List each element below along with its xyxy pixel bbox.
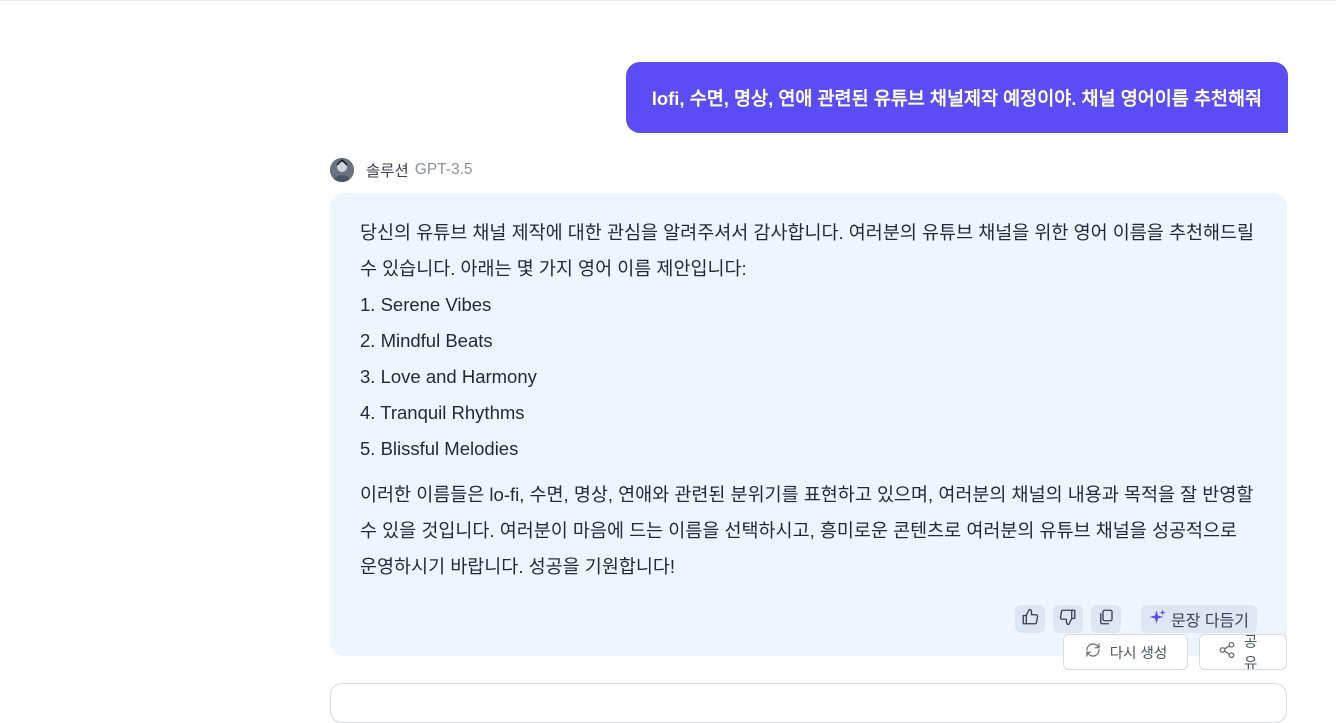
answer-outro: 이러한 이름들은 lo-fi, 수면, 명상, 연애와 관련된 분위기를 표현하… [360, 477, 1257, 585]
card-actions: 문장 다듬기 [1015, 605, 1257, 633]
share-label: 공유 [1244, 631, 1268, 673]
copy-icon [1097, 608, 1115, 631]
regenerate-label: 다시 생성 [1110, 642, 1167, 663]
answer-intro: 당신의 유튜브 채널 제작에 대한 관심을 알려주셔서 감사합니다. 여러분의 … [360, 215, 1257, 287]
top-divider [0, 0, 1336, 1]
share-button[interactable]: 공유 [1199, 634, 1287, 670]
user-message-bubble: lofi, 수면, 명상, 연애 관련된 유튜브 채널제작 예정이야. 채널 영… [626, 62, 1288, 133]
bot-header: 솔루션 GPT-3.5 [330, 157, 473, 183]
dislike-button[interactable] [1053, 605, 1083, 633]
share-icon [1218, 641, 1236, 663]
list-item: 4. Tranquil Rhythms [360, 395, 1257, 431]
thumbs-down-icon [1059, 608, 1077, 631]
copy-button[interactable] [1091, 605, 1121, 633]
list-item: 2. Mindful Beats [360, 323, 1257, 359]
sparkle-icon [1149, 608, 1167, 631]
list-item: 3. Love and Harmony [360, 359, 1257, 395]
answer-list: 1. Serene Vibes 2. Mindful Beats 3. Love… [360, 287, 1257, 467]
thumbs-up-icon [1021, 608, 1039, 631]
list-item: 1. Serene Vibes [360, 287, 1257, 323]
model-name: GPT-3.5 [415, 161, 473, 179]
answer-card: 당신의 유튜브 채널 제작에 대한 관심을 알려주셔서 감사합니다. 여러분의 … [330, 193, 1287, 656]
avatar [330, 158, 354, 182]
polish-label: 문장 다듬기 [1171, 607, 1249, 631]
refresh-icon [1084, 641, 1102, 663]
bottom-actions: 다시 생성 공유 [1063, 634, 1287, 670]
answer-text: 당신의 유튜브 채널 제작에 대한 관심을 알려주셔서 감사합니다. 여러분의 … [360, 215, 1257, 585]
message-input[interactable] [330, 683, 1287, 723]
regenerate-button[interactable]: 다시 생성 [1063, 634, 1188, 670]
bot-name: 솔루션 [366, 159, 409, 181]
user-message-text: lofi, 수면, 명상, 연애 관련된 유튜브 채널제작 예정이야. 채널 영… [652, 85, 1262, 111]
list-item: 5. Blissful Melodies [360, 431, 1257, 467]
scroll-corner [1322, 692, 1336, 706]
like-button[interactable] [1015, 605, 1045, 633]
polish-sentence-button[interactable]: 문장 다듬기 [1141, 605, 1257, 633]
